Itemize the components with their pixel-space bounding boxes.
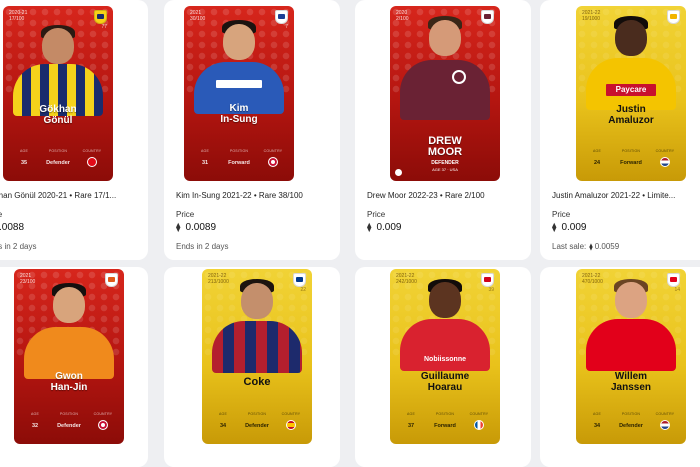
- card-stats: AGE 24 POSITION Forward COUNTRY: [593, 149, 675, 167]
- price-value: ⧫ 0.009: [367, 222, 402, 233]
- shirt-number: 39: [488, 287, 494, 293]
- card-listing-coke[interactable]: 2021-22 213/1000 22 Coke AGE 34 POSITION De…: [164, 267, 340, 467]
- club-badge-icon: [275, 10, 288, 24]
- sponsor-text: Nobiissonne: [423, 356, 466, 363]
- player-name: Justin Amaluzor: [608, 104, 654, 126]
- card-title[interactable]: Kim In-Sung 2021-22 • Rare 38/100: [176, 191, 336, 200]
- card-stats: AGE 37 POSITION Forward COUNTRY: [407, 412, 489, 430]
- card-listing-gwon-han-jin[interactable]: 2021 23/100 Gwon Han-Jin AGE 32 POSITION Def…: [0, 267, 148, 467]
- player-card-image[interactable]: 2020-21 17/100 77 Gökhan Gönül AGE 35 POSIT…: [3, 6, 113, 181]
- card-listing-gokhan-gonul[interactable]: 2020-21 17/100 77 Gökhan Gönül AGE 35 POSIT…: [0, 0, 148, 260]
- price-label: Price: [367, 210, 386, 219]
- auction-ends: Ends in 2 days: [176, 242, 229, 251]
- player-name: DREW MOOR: [427, 135, 463, 158]
- card-title[interactable]: Gökhan Gönül 2020-21 • Rare 17/1...: [0, 191, 144, 200]
- sponsor-text: Paycare: [606, 84, 656, 96]
- position-text: DEFENDER: [431, 160, 459, 166]
- player-name: Willem Janssen: [610, 371, 652, 393]
- card-title[interactable]: Justin Amaluzor 2021-22 • Limite...: [552, 191, 700, 200]
- player-card-image[interactable]: 2021-22 213/1000 22 Coke AGE 34 POSITION De…: [202, 269, 312, 444]
- card-season: 2021-22 242/1000: [396, 273, 417, 285]
- price-value: ⧫ 0.009: [552, 222, 587, 233]
- shirt-number: 22: [300, 287, 306, 293]
- card-listing-guillaume-hoarau[interactable]: 2021-22 242/1000 39 Nobiissonne Guillaume…: [355, 267, 531, 467]
- player-photo: [223, 24, 255, 60]
- league-icon: [395, 169, 402, 176]
- player-card-image[interactable]: 2020 2/100 DREW MOOR DEFENDER AGE 37 · USA: [390, 6, 500, 181]
- player-name: Guillaume Hoarau: [420, 371, 470, 393]
- player-photo: [429, 282, 461, 318]
- price-label: Price: [176, 210, 195, 219]
- card-listing-kim-in-sung[interactable]: 2021 30/100 7 Kim In-Sung AGE 31 POSITION Fo…: [164, 0, 340, 260]
- player-name: Gökhan Gönül: [39, 104, 77, 126]
- player-name: Coke: [243, 376, 271, 388]
- price-label: Price: [0, 210, 2, 219]
- shirt-number: 77: [101, 24, 107, 30]
- card-season: 2021 30/100: [190, 10, 206, 22]
- card-season: 2021 23/100: [20, 273, 36, 285]
- shirt-number: 7: [285, 24, 288, 30]
- ethereum-icon: ⧫: [367, 222, 372, 232]
- player-photo: [615, 282, 647, 318]
- card-season: 2020 2/100: [396, 10, 409, 22]
- age-country-text: AGE 37 · USA: [432, 167, 458, 172]
- club-badge-icon: [481, 10, 494, 24]
- spain-flag-icon: [286, 420, 296, 430]
- club-badge-icon: [667, 273, 680, 287]
- player-card-image[interactable]: 2021-22 470/1000 14 Willem Janssen AGE 34 P…: [576, 269, 686, 444]
- card-season: 2021-22 19/1000: [582, 10, 601, 22]
- player-photo: [429, 20, 461, 56]
- card-stats: AGE 31 POSITION Forward COUNTRY: [201, 149, 283, 167]
- card-season: 2021-22 470/1000: [582, 273, 603, 285]
- card-stats: AGE 35 POSITION Defender COUNTRY: [20, 149, 102, 167]
- netherlands-flag-icon: [660, 420, 670, 430]
- south-korea-flag-icon: [98, 420, 108, 430]
- player-card-image[interactable]: 2021 23/100 Gwon Han-Jin AGE 32 POSITION Def…: [14, 269, 124, 444]
- card-stats: AGE 34 POSITION Defender COUNTRY: [219, 412, 301, 430]
- ethereum-icon: ⧫: [176, 222, 181, 232]
- player-photo: [615, 20, 647, 56]
- ethereum-icon: ⧫: [552, 222, 557, 232]
- shirt-number: 14: [674, 287, 680, 293]
- card-listing-drew-moor[interactable]: 2020 2/100 DREW MOOR DEFENDER AGE 37 · USA…: [355, 0, 531, 260]
- france-flag-icon: [474, 420, 484, 430]
- card-stats: AGE 34 POSITION Defender COUNTRY: [593, 412, 675, 430]
- player-photo: [53, 287, 85, 323]
- card-title[interactable]: Drew Moor 2022-23 • Rare 2/100: [367, 191, 527, 200]
- price-value: ⧫ 0.0089: [176, 222, 217, 233]
- turkey-flag-icon: [87, 157, 97, 167]
- player-photo: [42, 28, 74, 64]
- player-name: Kim In-Sung: [220, 103, 258, 125]
- club-badge-icon: [94, 10, 107, 24]
- club-crest-icon: [452, 70, 466, 84]
- club-badge-icon: [105, 273, 118, 287]
- club-badge-icon: [293, 273, 306, 287]
- player-card-image[interactable]: 2021-22 19/1000 Paycare Justin Amaluzor AG…: [576, 6, 686, 181]
- club-badge-icon: [667, 10, 680, 24]
- auction-ends: Ends in 2 days: [0, 242, 37, 251]
- card-stats: AGE 32 POSITION Defender COUNTRY: [31, 412, 113, 430]
- card-listing-willem-janssen[interactable]: 2021-22 470/1000 14 Willem Janssen AGE 34 P…: [540, 267, 700, 467]
- price-label: Price: [552, 210, 571, 219]
- card-listing-justin-amaluzor[interactable]: 2021-22 19/1000 Paycare Justin Amaluzor AG…: [540, 0, 700, 260]
- card-season: 2020-21 17/100: [9, 10, 28, 22]
- netherlands-flag-icon: [660, 157, 670, 167]
- player-card-image[interactable]: 2021 30/100 7 Kim In-Sung AGE 31 POSITION Fo…: [184, 6, 294, 181]
- player-photo: [241, 283, 273, 319]
- price-value: ⧫0.0088: [0, 222, 25, 233]
- club-badge-icon: [481, 273, 494, 287]
- player-name: Gwon Han-Jin: [50, 371, 88, 393]
- card-season: 2021-22 213/1000: [208, 273, 229, 285]
- last-sale: Last sale: ⧫ 0.0059: [552, 242, 620, 251]
- ethereum-icon: ⧫: [589, 244, 593, 251]
- south-korea-flag-icon: [268, 157, 278, 167]
- player-card-image[interactable]: 2021-22 242/1000 39 Nobiissonne Guillaume…: [390, 269, 500, 444]
